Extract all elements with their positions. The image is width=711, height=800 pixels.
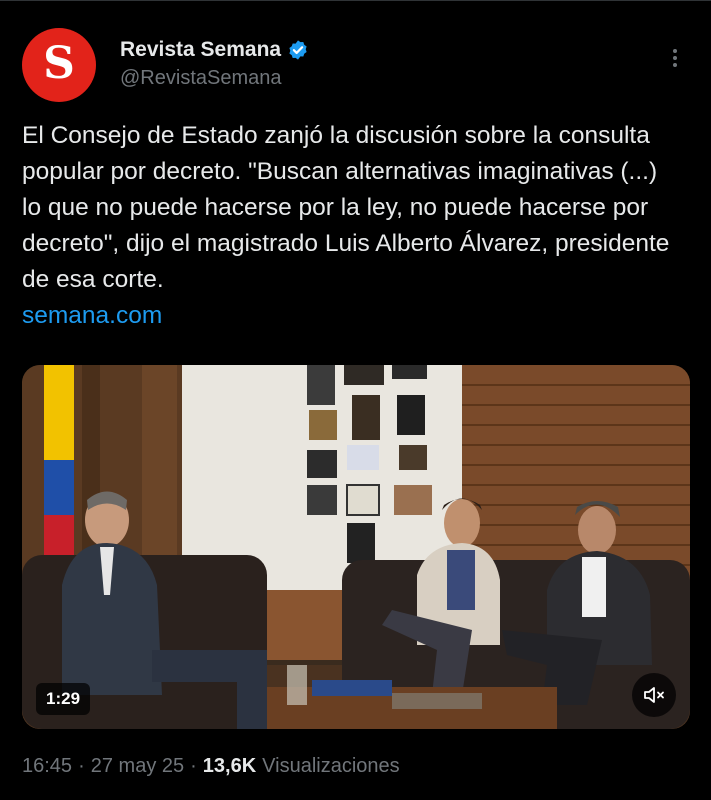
more-options-icon[interactable] (660, 46, 690, 76)
tweet-meta: 16:45 · 27 may 25 · 13,6K Visualizacione… (22, 755, 400, 778)
tweet-date[interactable]: 27 may 25 (91, 755, 184, 778)
meta-separator: · (78, 755, 85, 777)
avatar[interactable]: S (22, 28, 96, 102)
mute-button[interactable] (632, 673, 676, 717)
video-duration: 1:29 (36, 683, 91, 715)
verified-badge-icon (289, 40, 307, 60)
video-player[interactable]: 1:29 (22, 365, 690, 729)
views-label: Visualizaciones (262, 755, 400, 777)
tweet-link[interactable]: semana.com (22, 298, 162, 334)
meta-separator: · (190, 755, 197, 777)
author-name-row: Revista Semana (120, 38, 309, 62)
speaker-muted-icon (644, 687, 664, 703)
avatar-letter: S (43, 38, 75, 89)
tweet-text: El Consejo de Estado zanjó la discusión … (22, 122, 670, 293)
video-frame (22, 365, 690, 729)
tweet-time[interactable]: 16:45 (22, 755, 72, 778)
account-handle[interactable]: @RevistaSemana (120, 67, 281, 90)
top-divider (0, 0, 711, 1)
display-name[interactable]: Revista Semana (120, 38, 281, 62)
views-count[interactable]: 13,6K (203, 755, 256, 778)
